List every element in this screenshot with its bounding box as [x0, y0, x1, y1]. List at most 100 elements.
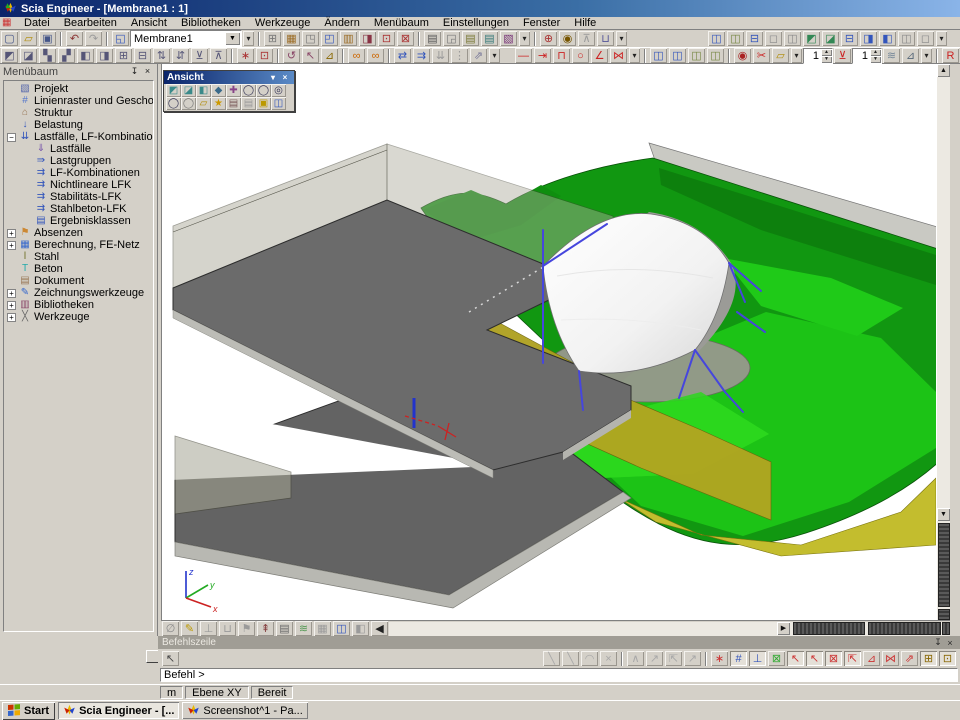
materials-button[interactable]: ▥	[340, 31, 357, 46]
vertical-scroll-thumb[interactable]	[938, 523, 950, 607]
cross-sections-button[interactable]: ◨	[359, 31, 376, 46]
links-button[interactable]: ⊼	[578, 31, 595, 46]
menu-fenster[interactable]: Fenster	[517, 17, 566, 29]
separator[interactable]	[705, 652, 707, 666]
command-input[interactable]: Befehl >	[160, 668, 958, 682]
start-button[interactable]: Start	[2, 702, 55, 720]
tree-item-lastgruppen[interactable]: ⇛ Lastgruppen	[4, 155, 153, 167]
tree-item-nichtlineare-lfk[interactable]: ⇉ Nichtlineare LFK	[4, 179, 153, 191]
raise-button[interactable]: ⇞	[257, 621, 274, 636]
tree-item-lastfaelle-kombinationen[interactable]: − ⇊ Lastfälle, LF-Kombinationen	[4, 131, 153, 143]
draw-text-button[interactable]: ⋈	[610, 48, 627, 63]
select-workplane-button[interactable]: ◧	[77, 48, 94, 63]
separator[interactable]	[534, 32, 536, 46]
viewport-horizontal-scrollbar[interactable]: ▶	[389, 622, 950, 636]
level-button[interactable]: ⊔	[219, 621, 236, 636]
chain-commands-button[interactable]: ∞	[348, 48, 365, 63]
select-single-button[interactable]: ◩	[1, 48, 18, 63]
separator[interactable]	[728, 49, 730, 63]
modify-dropdown[interactable]: ▾	[489, 48, 500, 63]
active-item-combo[interactable]: Membrane1 ▼	[130, 30, 242, 47]
tree-item-beton[interactable]: T Beton	[4, 263, 153, 275]
menu-aendern[interactable]: Ändern	[318, 17, 365, 29]
pin-panel-icon[interactable]: ↧	[128, 66, 141, 78]
cursor-snap-button[interactable]: ∗	[711, 651, 728, 666]
tree-expander[interactable]: +	[7, 289, 16, 298]
print-button[interactable]: ▤	[424, 31, 441, 46]
structure-service-button[interactable]: ◰	[321, 31, 338, 46]
pin-panel-icon[interactable]: ↧	[932, 637, 944, 648]
scroll-right-icon[interactable]: ▶	[777, 622, 790, 635]
tree-item-linienraster[interactable]: # Linienraster und Geschosse	[4, 95, 153, 107]
draw-dimension-button[interactable]: ⇥	[534, 48, 551, 63]
scale-button[interactable]: ⇗	[470, 48, 487, 63]
tree-item-stahl[interactable]: Ⅰ Stahl	[4, 251, 153, 263]
view-dropdown[interactable]: ▾	[921, 48, 932, 63]
window-layout-dropdown[interactable]: ▾	[936, 31, 947, 46]
window-layout-12-button[interactable]: ◻	[917, 31, 934, 46]
track-delete-button[interactable]: ×	[600, 651, 617, 666]
redo-button[interactable]: ↷	[85, 31, 102, 46]
print-preview-button[interactable]: ◲	[443, 31, 460, 46]
view-window-4-button[interactable]: ◫	[707, 48, 724, 63]
fast-settings-button[interactable]: ▣	[256, 97, 271, 110]
tools-dropdown[interactable]: ▾	[616, 31, 627, 46]
snap-perpendicular-button[interactable]: ⇗	[901, 651, 918, 666]
separator[interactable]	[418, 32, 420, 46]
tree-item-ergebnisklassen[interactable]: ▤ Ergebnisklassen	[4, 215, 153, 227]
tree-item-lf-kombinationen[interactable]: ⇉ LF-Kombinationen	[4, 167, 153, 179]
draw-dropdown[interactable]: ▾	[629, 48, 640, 63]
taskbar-task-screenshot[interactable]: Screenshot^1 - Pa...	[182, 702, 307, 719]
results-button[interactable]: R	[942, 48, 959, 63]
zoom-picture-button[interactable]: ◉	[559, 31, 576, 46]
load-cases-button[interactable]: ⊡	[378, 31, 395, 46]
tree-expander[interactable]: +	[7, 229, 16, 238]
menu-bibliotheken[interactable]: Bibliotheken	[175, 17, 247, 29]
combo-history-dropdown[interactable]: ▾	[243, 31, 254, 46]
move-button[interactable]: ⇄	[394, 48, 411, 63]
separator[interactable]	[936, 49, 938, 63]
wireframe-button[interactable]: ▱	[196, 97, 211, 110]
filter-selection-button[interactable]: ⇵	[172, 48, 189, 63]
tree-item-projekt[interactable]: ▧ Projekt	[4, 83, 153, 95]
edit-drawing-button[interactable]: ✎	[181, 621, 198, 636]
numeric-input-button[interactable]: ⊡	[939, 651, 956, 666]
select-previous-button[interactable]: ◨	[96, 48, 113, 63]
select-all-button[interactable]: ⊞	[115, 48, 132, 63]
ortho-button[interactable]: ⊠	[768, 651, 785, 666]
dot-grid-button[interactable]: ⊞	[920, 651, 937, 666]
printer-button[interactable]: ▤	[276, 621, 293, 636]
render-button[interactable]: ★	[211, 97, 226, 110]
menu-einstellungen[interactable]: Einstellungen	[437, 17, 515, 29]
window-layout-10-button[interactable]: ◧	[879, 31, 896, 46]
zoom-all-button[interactable]: ◯	[166, 97, 181, 110]
separator[interactable]	[277, 49, 279, 63]
new-window-button[interactable]: ◫	[333, 621, 350, 636]
window-layout-2-button[interactable]: ◫	[727, 31, 744, 46]
invert-selection-button[interactable]: ⇅	[153, 48, 170, 63]
terrain-button[interactable]: ≋	[295, 621, 312, 636]
scroll-up-icon[interactable]: ▲	[937, 64, 950, 77]
tree-item-struktur[interactable]: ⌂ Struktur	[4, 107, 153, 119]
line-grid-snap-button[interactable]: ⊥	[749, 651, 766, 666]
zoom-window-button[interactable]: ◎	[271, 84, 286, 97]
pan-view-button[interactable]: ↖	[302, 48, 319, 63]
menu-werkzeuge[interactable]: Werkzeuge	[249, 17, 316, 29]
layer-activity-button[interactable]: ⊻	[834, 48, 851, 63]
ubc-view-button[interactable]: ⊿	[902, 48, 919, 63]
table-button[interactable]: ▦	[314, 621, 331, 636]
flag-button[interactable]: ⚑	[238, 621, 255, 636]
combo-arrow-icon[interactable]: ▼	[225, 32, 240, 45]
ansicht-toolbar-titlebar[interactable]: Ansicht ▾ ×	[164, 71, 294, 84]
tree-item-stahlbeton-lfk[interactable]: ⇉ Stahlbeton-LFK	[4, 203, 153, 215]
grid-settings-button[interactable]: ▦	[283, 31, 300, 46]
window-layout-8-button[interactable]: ⊟	[841, 31, 858, 46]
tree-expander[interactable]: +	[7, 301, 16, 310]
tree-item-dokument[interactable]: ▤ Dokument	[4, 275, 153, 287]
view-window-3-button[interactable]: ◫	[688, 48, 705, 63]
picture-export-button[interactable]: ▧	[500, 31, 517, 46]
save-button[interactable]: ▣	[39, 31, 56, 46]
snap-arc-center-button[interactable]: ⋈	[882, 651, 899, 666]
draw-line-button[interactable]: —	[515, 48, 532, 63]
close-panel-icon[interactable]: ×	[944, 638, 956, 648]
